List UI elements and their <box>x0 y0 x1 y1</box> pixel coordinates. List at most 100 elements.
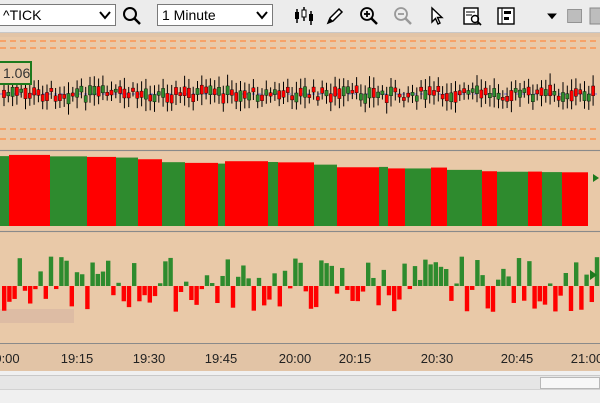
candle-body <box>105 92 109 96</box>
oscillator-bar <box>48 256 54 286</box>
candle-body <box>58 93 62 101</box>
oscillator-bar <box>376 286 381 306</box>
time-tick-label: 20:00 <box>278 351 312 366</box>
oscillator-bar <box>402 263 407 286</box>
oscillator-bar <box>548 283 553 286</box>
candle-body <box>526 86 531 96</box>
candle-body <box>187 87 191 98</box>
chart-style-button[interactable] <box>292 4 316 28</box>
candle-body <box>40 94 45 102</box>
candle-body <box>268 92 273 97</box>
candle-body <box>255 94 260 102</box>
candle-body <box>501 97 505 101</box>
oscillator-bar <box>225 259 230 286</box>
oscillator-bar <box>418 279 423 286</box>
oscillator-bar <box>220 275 225 286</box>
zoom-out-icon <box>394 7 412 25</box>
oscillator-bar <box>194 286 199 305</box>
candle-body <box>118 86 122 94</box>
histogram-bar <box>388 168 405 226</box>
oscillator-bar <box>267 286 272 300</box>
oscillator-bar <box>178 286 184 292</box>
interval-selector[interactable]: 1 Minute <box>157 4 273 26</box>
properties-button[interactable] <box>494 4 518 28</box>
candle-body <box>346 86 350 94</box>
oscillator-bar <box>542 286 548 305</box>
histogram-bar <box>337 167 379 226</box>
oscillator-bar <box>423 259 428 286</box>
candle-body <box>144 88 148 100</box>
oscillator-bar <box>256 277 262 286</box>
candle-body <box>324 90 329 97</box>
oscillator-bar <box>90 262 95 286</box>
candle-body <box>83 95 88 103</box>
more-button[interactable] <box>543 4 561 28</box>
candle-body <box>113 88 118 93</box>
instrument-value: ^TICK <box>3 7 42 23</box>
candle-body <box>462 88 466 93</box>
data-box-icon <box>463 7 482 26</box>
time-tick-label: 20:15 <box>338 351 372 366</box>
histogram-bar <box>562 172 588 226</box>
zoom-in-button[interactable] <box>357 4 381 28</box>
search-button[interactable] <box>120 4 144 28</box>
oscillator-bar <box>116 282 121 286</box>
oscillator-bar <box>33 286 38 290</box>
oscillator-bar <box>454 283 459 286</box>
data-box-button[interactable] <box>460 4 484 28</box>
oscillator-bar <box>241 265 246 286</box>
histogram-bar <box>528 171 542 226</box>
oscillator-panel <box>0 233 600 343</box>
histogram-bar <box>482 171 497 226</box>
candle-body <box>225 85 230 95</box>
candle-body <box>62 94 66 99</box>
candle-body <box>432 90 436 96</box>
window-button[interactable] <box>566 4 584 28</box>
candle-body <box>367 87 372 99</box>
oscillator-bar <box>100 271 106 286</box>
oscillator-bar <box>54 286 59 290</box>
oscillator-bar <box>142 286 147 296</box>
histogram-bar <box>87 156 116 226</box>
zoom-out-button[interactable] <box>391 4 415 28</box>
oscillator-bar <box>308 286 314 309</box>
candle-body <box>372 87 376 98</box>
histogram-bar <box>0 156 9 226</box>
candle-body <box>109 89 114 96</box>
oscillator-bar <box>251 286 256 311</box>
candle-body <box>88 85 92 96</box>
candle-body <box>458 90 462 96</box>
draw-button[interactable] <box>323 4 347 28</box>
scrollbar-thumb[interactable] <box>540 377 600 389</box>
oscillator-bar <box>511 286 516 303</box>
oscillator-bar <box>386 286 392 296</box>
oscillator-bar <box>407 286 412 290</box>
chart-area[interactable]: 1.06 9:00 19:15 19:30 19:45 20:00 20:15 20:30 2… <box>0 33 600 371</box>
oscillator-bar <box>438 266 444 286</box>
instrument-selector[interactable]: ^TICK <box>0 4 116 26</box>
pencil-icon <box>326 7 344 25</box>
candle-body <box>505 96 509 102</box>
candle-body <box>70 92 75 97</box>
candle-body <box>531 94 535 102</box>
candle-body <box>556 95 561 101</box>
oscillator-bar <box>532 286 537 309</box>
candle-body <box>79 85 84 93</box>
candle-body <box>174 87 178 95</box>
horizontal-scrollbar[interactable] <box>0 375 600 389</box>
oscillator-bar <box>594 257 600 286</box>
candle-body <box>307 94 312 98</box>
oscillator-bar <box>584 274 589 286</box>
oscillator-bar <box>412 266 418 286</box>
oscillator-bar <box>319 260 324 286</box>
candle-body <box>496 92 501 100</box>
oscillator-bar <box>480 275 485 286</box>
candle-body <box>561 92 565 102</box>
oscillator-bar <box>7 286 12 302</box>
candle-body <box>286 86 290 93</box>
oscillator-bar <box>246 278 251 286</box>
chart-canvas[interactable] <box>0 33 600 371</box>
pointer-button[interactable] <box>425 4 449 28</box>
candle-body <box>578 89 582 95</box>
window-button-2[interactable] <box>588 4 600 28</box>
